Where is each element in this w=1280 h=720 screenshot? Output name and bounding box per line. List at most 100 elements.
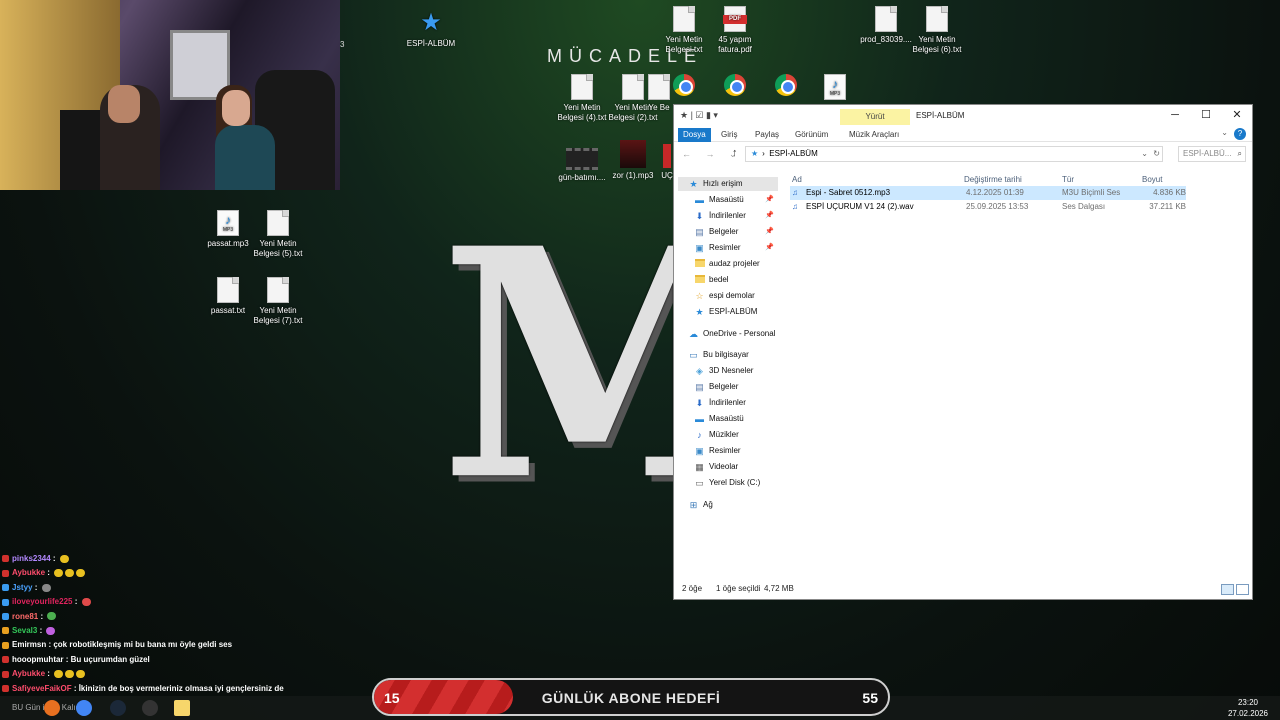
chat-message: Aybukke :: [2, 566, 302, 580]
nav-bedel[interactable]: bedel: [694, 273, 778, 287]
column-header-date[interactable]: Değiştirme tarihi: [964, 173, 1022, 187]
nav-label: Videolar: [709, 462, 739, 471]
tab-music-tools[interactable]: Müzik Araçları: [844, 128, 904, 142]
large-icons-view-icon[interactable]: [1236, 584, 1249, 595]
maximize-icon[interactable]: ☐: [1191, 105, 1221, 125]
column-header-size[interactable]: Boyut: [1142, 173, 1162, 187]
taskbar-clock[interactable]: 23:20 27.02.2026: [1228, 697, 1268, 719]
nav-this-pc[interactable]: ▭ Bu bilgisayar: [688, 348, 782, 362]
desktop-corner-number: 3: [340, 40, 345, 49]
pin-icon: 📌: [765, 228, 774, 235]
nav-network[interactable]: ⊞ Ağ: [688, 498, 782, 512]
steam-icon[interactable]: [110, 700, 126, 716]
chat-message: Emirmsn : çok robotikleşmiş mi bu bana m…: [2, 638, 302, 652]
file-icon: [663, 144, 671, 168]
close-icon[interactable]: ✕: [1222, 105, 1252, 125]
nav-pc-documents[interactable]: ▤ Belgeler: [694, 380, 778, 394]
desktop-icon-ye-partial[interactable]: Ye Be: [644, 74, 674, 113]
chat-username: Aybukke: [12, 669, 46, 679]
up-arrow-icon[interactable]: ↑: [732, 147, 738, 159]
desktop-icon-uc-partial[interactable]: UÇ: [660, 144, 674, 181]
nav-pc-desktop[interactable]: ▬ Masaüstü: [694, 412, 778, 426]
webcam-overlay: [0, 0, 340, 190]
column-header-type[interactable]: Tür: [1062, 173, 1074, 187]
pdf-file-icon: PDF: [723, 6, 747, 32]
file-size: 37.211 KB: [1149, 202, 1186, 211]
nav-local-disk[interactable]: ▭ Yerel Disk (C:): [694, 476, 778, 490]
folder-icon: [694, 273, 705, 287]
chrome-icon: [673, 74, 695, 96]
column-header-name[interactable]: Ad: [792, 173, 802, 187]
obs-icon[interactable]: [142, 700, 158, 716]
cube-icon: ◈: [696, 366, 703, 376]
desktop-icon-chrome-3[interactable]: [775, 74, 797, 99]
nav-documents[interactable]: ▤ Belgeler 📌: [694, 225, 778, 239]
audio-file-icon: ♫: [792, 202, 798, 211]
pin-icon: 📌: [765, 196, 774, 203]
text-file-icon: [267, 277, 289, 303]
tab-home[interactable]: Giriş: [716, 128, 742, 142]
chrome-icon: [775, 74, 797, 96]
desktop-icon-fatura[interactable]: PDF 45 yapım fatura.pdf: [703, 6, 767, 55]
nav-videos[interactable]: ▦ Videolar: [694, 460, 778, 474]
nav-espi-demolar[interactable]: ☆ espi demolar: [694, 289, 778, 303]
tab-file[interactable]: Dosya: [678, 128, 711, 142]
context-tab-play[interactable]: Yürüt: [840, 109, 910, 125]
nav-pictures[interactable]: ▣ Resimler 📌: [694, 241, 778, 255]
desktop-icon-espi-album[interactable]: ★ ESPİ-ALBÜM: [399, 10, 463, 49]
app-icon[interactable]: [44, 700, 60, 716]
explorer-titlebar[interactable]: ★ | ☑ ▮ ▾ Yürüt ESPİ-ALBÜM ─ ☐ ✕: [674, 105, 1252, 125]
file-row[interactable]: ♫ ESPİ UÇURUM V1 24 (2).wav 25.09.2025 1…: [790, 200, 1186, 214]
desktop-icon-zor[interactable]: zor (1).mp3: [601, 140, 665, 181]
chevron-down-icon[interactable]: ⌄: [1221, 128, 1228, 137]
nav-3d-objects[interactable]: ◈ 3D Nesneler: [694, 364, 778, 378]
desktop-icon-mp3-top[interactable]: ♪ MP3: [824, 74, 846, 103]
folder-icon: [694, 257, 705, 271]
quick-access-toolbar[interactable]: ★ | ☑ ▮ ▾: [680, 110, 718, 121]
nav-desktop[interactable]: ▬ Masaüstü 📌: [694, 193, 778, 207]
desktop-icon-yeni-metin-5[interactable]: Yeni Metin Belgesi (5).txt: [246, 210, 310, 259]
chrome-icon[interactable]: [76, 700, 92, 716]
window-title: ESPİ-ALBÜM: [916, 111, 965, 120]
audio-file-icon: [620, 140, 646, 168]
tab-view[interactable]: Görünüm: [790, 128, 833, 142]
desktop-icon: ▬: [695, 414, 704, 424]
nav-pc-downloads[interactable]: ⬇ İndirilenler: [694, 396, 778, 410]
folder-icon[interactable]: [174, 700, 190, 716]
nav-espi-album[interactable]: ★ ESPİ-ALBÜM: [694, 305, 778, 319]
nav-onedrive[interactable]: ☁ OneDrive - Personal: [688, 327, 782, 341]
nav-music[interactable]: ♪ Müzikler: [694, 428, 778, 442]
search-icon: ⌕: [1237, 149, 1242, 158]
search-input[interactable]: ESPİ-ALBÜ... ⌕: [1178, 146, 1246, 162]
file-date: 4.12.2025 01:39: [966, 188, 1024, 197]
file-row[interactable]: ♫ Espi - Sabret 0512.mp3 4.12.2025 01:39…: [790, 186, 1186, 200]
desktop-icon-chrome-2[interactable]: [724, 74, 746, 99]
desktop-icon-chrome-1[interactable]: [673, 74, 695, 99]
minimize-icon[interactable]: ─: [1160, 105, 1190, 125]
chat-username: hooopmuhtar: [12, 654, 64, 664]
goal-label: GÜNLÜK ABONE HEDEFİ: [541, 690, 721, 706]
nav-label: Müzikler: [709, 430, 739, 439]
nav-audaz-projeler[interactable]: audaz projeler: [694, 257, 778, 271]
nav-downloads[interactable]: ⬇ İndirilenler 📌: [694, 209, 778, 223]
address-bar[interactable]: ★ › ESPİ-ALBÜM ⌄ ↻: [745, 146, 1163, 162]
subscriber-goal-bar: 15 GÜNLÜK ABONE HEDEFİ 55: [372, 678, 890, 716]
clock-date: 27.02.2026: [1227, 709, 1268, 718]
chat-text: İkinizin de boş vermeleriniz olmasa iyi …: [78, 683, 284, 693]
desktop-icon-yeni-metin-7[interactable]: Yeni Metin Belgesi (7).txt: [246, 277, 310, 326]
refresh-icon[interactable]: ↻: [1153, 147, 1160, 161]
file-name: Espi - Sabret 0512.mp3: [806, 188, 891, 197]
details-view-icon[interactable]: [1221, 584, 1234, 595]
breadcrumb[interactable]: ESPİ-ALBÜM: [769, 149, 817, 158]
video-file-icon: [566, 148, 598, 170]
nav-quick-access[interactable]: ★ Hızlı erişim: [678, 177, 778, 191]
star-icon: ★: [420, 9, 442, 36]
help-icon[interactable]: ?: [1234, 128, 1246, 140]
nav-label: audaz projeler: [709, 259, 760, 268]
nav-pc-pictures[interactable]: ▣ Resimler: [694, 444, 778, 458]
desktop-icon-yeni-metin-6[interactable]: Yeni Metin Belgesi (6).txt: [905, 6, 969, 55]
tab-share[interactable]: Paylaş: [750, 128, 784, 142]
chevron-down-icon[interactable]: ⌄: [1141, 147, 1148, 161]
file-icon: [875, 6, 897, 32]
chat-text: Bu uçurumdan güzel: [70, 654, 150, 664]
